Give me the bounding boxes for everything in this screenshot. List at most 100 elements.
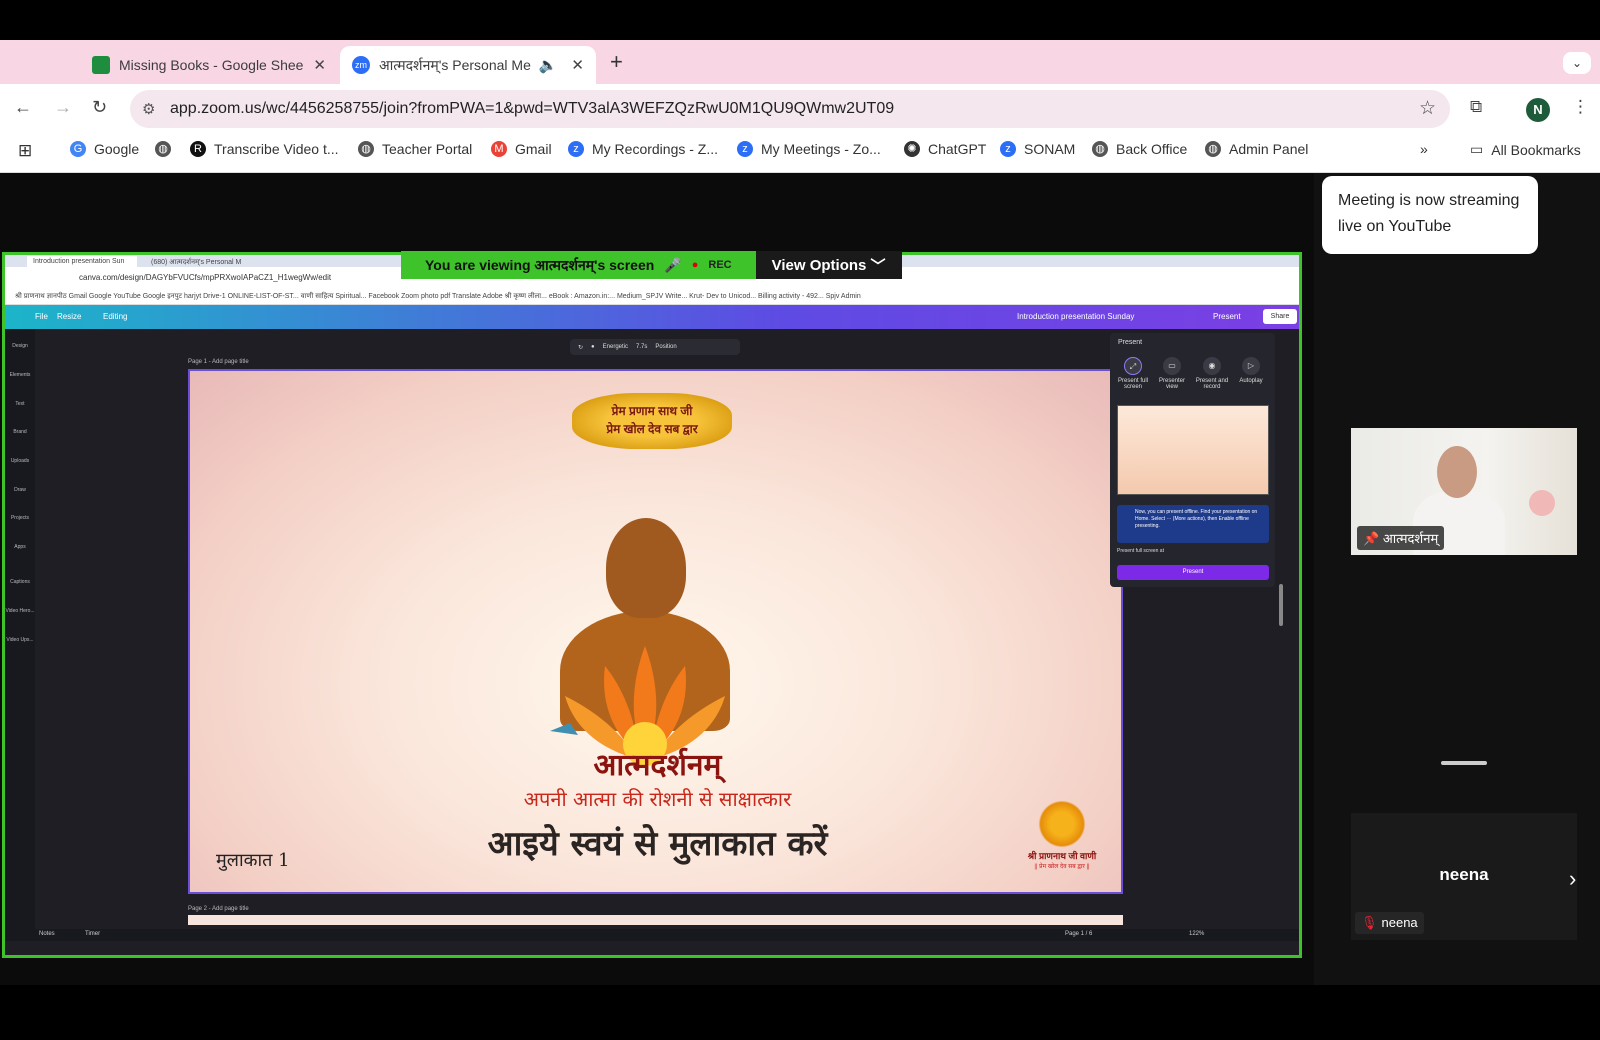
canva-bottom-bar: Notes Timer Page 1 / 6 122% [5, 929, 1299, 941]
present-panel-header: Present [1118, 339, 1143, 346]
globe-icon[interactable]: ◍ [155, 141, 179, 157]
mic-muted-icon: 🎤 [664, 256, 682, 273]
bookmark-sonam[interactable]: z SONAM [1000, 141, 1075, 157]
pin-icon: 📌 [1363, 531, 1380, 546]
refresh-icon: ↻ [578, 344, 584, 351]
present-option: ▭ Presenter view [1154, 357, 1190, 390]
browser-tab-bar: Missing Books - Google Shee ✕ zm आत्मदर्… [0, 40, 1600, 84]
speaker-icon[interactable]: 🔈 [539, 56, 558, 74]
streaming-toast: Meeting is now streaming live on YouTube [1322, 176, 1538, 254]
window-top-strip [0, 0, 1600, 40]
reload-icon[interactable]: ↻ [92, 97, 107, 118]
slide-headline: आइये स्वयं से मुलाकात करें [487, 824, 828, 864]
slide-title: आत्मदर्शनम् [593, 748, 722, 783]
shared-screen[interactable]: Introduction presentation Sun (680) आत्म… [2, 252, 1302, 958]
canva-present-label: Present [1213, 312, 1241, 321]
rail-item: Draw [14, 487, 26, 493]
globe-icon: ◍ [358, 141, 374, 157]
bookmark-my-meetings[interactable]: z My Meetings - Zo... [737, 141, 881, 157]
chevron-right-icon[interactable]: › [1569, 866, 1576, 892]
r-icon: R [190, 141, 206, 157]
participant-name-label: 📌 आत्मदर्शनम् [1357, 526, 1445, 550]
canva-float-toolbar: ↻ ● Energetic 7.7s Position [570, 339, 740, 355]
participant-big-name: neena [1439, 865, 1489, 884]
rail-item: Brand [13, 429, 27, 435]
close-icon[interactable]: ✕ [313, 56, 326, 74]
scrollbar-thumb[interactable] [1279, 584, 1283, 626]
slide-logo: श्री प्राणनाथ जी वाणी || प्रेम खोल देव स… [1016, 799, 1108, 885]
bookmark-star-icon[interactable]: ☆ [1419, 97, 1436, 120]
participant-face [1437, 446, 1477, 498]
shared-tab-zoom: (680) आत्मदर्शनम्'s Personal M [151, 259, 242, 266]
slide-banner: प्रेम प्रणाम साथ जी प्रेम खोल देव सब द्व… [572, 393, 732, 449]
bookmark-my-recordings[interactable]: z My Recordings - Z... [568, 141, 718, 157]
rail-item: Uploads [10, 458, 30, 464]
silhouette-head [606, 518, 686, 618]
rec-dot-icon: ● [691, 259, 699, 271]
back-icon[interactable]: ← [14, 97, 32, 118]
profile-avatar[interactable]: N [1526, 98, 1550, 122]
chatgpt-icon: ✺ [904, 141, 920, 157]
canva-left-rail: Design Elements Text Brand Uploads Draw … [5, 329, 35, 941]
google-icon: G [70, 141, 86, 157]
new-tab-button[interactable]: + [610, 49, 623, 75]
participant-tile-neena[interactable]: neena 🎙 neena [1351, 813, 1577, 940]
canva-toolbar: File Resize Editing Introduction present… [5, 305, 1299, 329]
slide-page-2 [188, 915, 1123, 925]
slide-subtitle: अपनी आत्मा की रोशनी से साक्षात्कार [523, 787, 792, 811]
zoom-icon: z [737, 141, 753, 157]
bookmark-admin-panel[interactable]: ◍ Admin Panel [1205, 141, 1308, 157]
globe-icon: ◍ [1092, 141, 1108, 157]
chevron-down-icon: ﹀ [870, 257, 886, 275]
kebab-menu-icon[interactable]: ⋮ [1572, 97, 1589, 117]
zoom-icon: z [568, 141, 584, 157]
rail-item: Projects [10, 515, 30, 521]
site-settings-icon[interactable]: ⚙ [142, 100, 155, 118]
globe-icon: ◍ [1205, 141, 1221, 157]
tab-title: Missing Books - Google Shee [119, 57, 304, 73]
tab-search-button[interactable]: ⌄ [1563, 52, 1591, 74]
slide-thumbnail [1117, 405, 1269, 495]
extensions-icon[interactable]: ⧉ [1470, 97, 1482, 117]
present-option: ⤢ Present full screen [1115, 357, 1151, 390]
present-panel: Present ⤢ Present full screen ▭ Presenter … [1110, 333, 1275, 587]
gmail-icon: M [491, 141, 507, 157]
sheets-icon [92, 56, 110, 74]
bookmark-gmail[interactable]: M Gmail [491, 141, 552, 157]
present-option: ◉ Present and record [1194, 357, 1230, 390]
tab-google-sheets[interactable]: Missing Books - Google Shee ✕ [80, 46, 338, 84]
present-button: Present [1117, 565, 1269, 580]
participant-video-tile[interactable]: 📌 आत्मदर्शनम् [1351, 428, 1577, 555]
bookmark-transcribe[interactable]: R Transcribe Video t... [190, 141, 339, 157]
rail-item: Apps [14, 544, 26, 550]
flower-vase [1529, 490, 1555, 516]
view-options-button[interactable]: View Options ﹀ [755, 251, 902, 279]
canva-menu-resize: Resize [57, 312, 82, 321]
sun-emblem-icon [1032, 799, 1092, 849]
close-icon[interactable]: ✕ [571, 56, 584, 74]
url-text: app.zoom.us/wc/4456258755/join?fromPWA=1… [170, 100, 895, 117]
all-bookmarks[interactable]: ▭ All Bookmarks [1470, 141, 1581, 158]
more-bookmarks-icon[interactable]: » [1420, 141, 1428, 157]
rail-item: Design [12, 343, 28, 349]
slide-corner-text: मुलाकात 1 [216, 850, 290, 871]
shared-tab-canva: Introduction presentation Sun [27, 256, 137, 267]
rail-item: Elements [9, 372, 31, 378]
slide-page-1: प्रेम प्रणाम साथ जी प्रेम खोल देव सब द्व… [188, 369, 1123, 894]
design-title: Introduction presentation Sunday [1017, 312, 1135, 321]
viewing-text: You are viewing आत्मदर्शनम्'s screen [425, 256, 655, 273]
apps-grid-icon[interactable]: ⊞ [18, 141, 32, 161]
page1-label: Page 1 - Add page title [188, 359, 249, 365]
bookmark-google[interactable]: G Google [70, 141, 139, 157]
address-bar[interactable]: ⚙ app.zoom.us/wc/4456258755/join?fromPWA… [130, 90, 1450, 128]
bookmark-teacher-portal[interactable]: ◍ Teacher Portal [358, 141, 472, 157]
present-option: ▷ Autoplay [1233, 357, 1269, 384]
panel-resize-handle[interactable] [1441, 761, 1487, 765]
tab-zoom-meeting[interactable]: zm आत्मदर्शनम्'s Personal Meeti 🔈 ✕ [340, 46, 596, 84]
zoom-icon: z [1000, 141, 1016, 157]
bookmark-chatgpt[interactable]: ✺ ChatGPT [904, 141, 986, 157]
forward-icon[interactable]: → [54, 97, 72, 118]
page2-label: Page 2 - Add page title [188, 906, 249, 912]
bookmark-back-office[interactable]: ◍ Back Office [1092, 141, 1187, 157]
rail-item: Text [15, 401, 25, 407]
